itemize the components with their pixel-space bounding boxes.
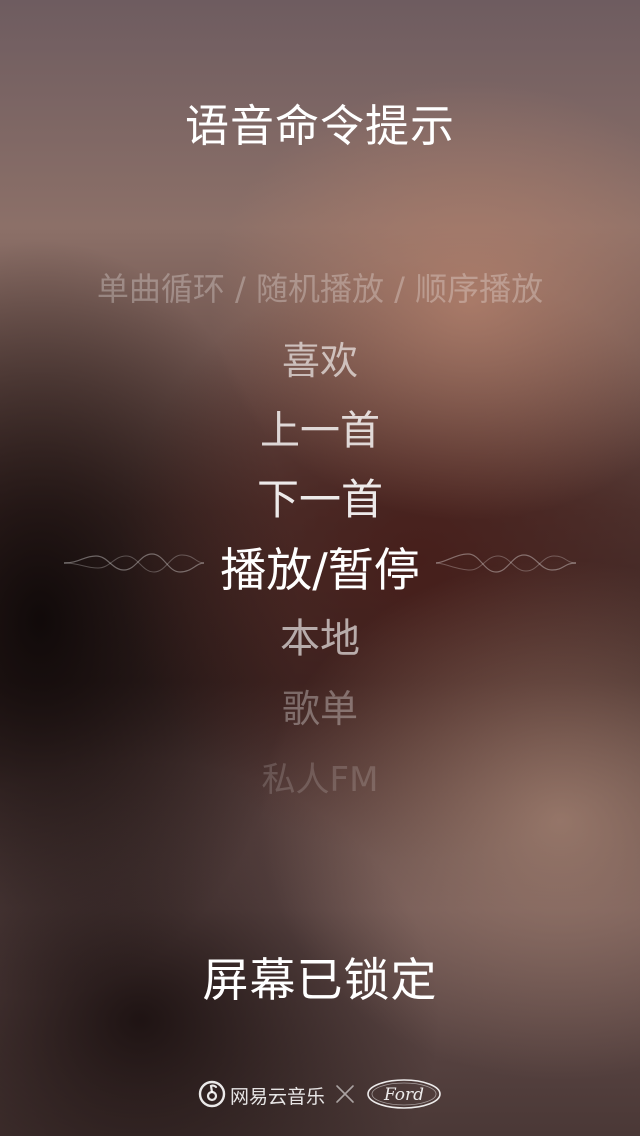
netease-music-brand: 网易云音乐	[230, 1086, 326, 1108]
netease-music-logo-icon	[198, 1080, 226, 1108]
screen-locked-label: 屏幕已锁定	[202, 953, 438, 1007]
footer-branding: 网易云音乐 Ford	[0, 1074, 640, 1114]
command-playlist: 歌单	[281, 687, 358, 731]
command-local: 本地	[280, 616, 360, 662]
command-like: 喜欢	[281, 339, 358, 383]
ford-logo-text: Ford	[383, 1085, 424, 1105]
cross-icon	[336, 1085, 354, 1103]
ford-logo: Ford	[367, 1079, 441, 1109]
command-previous: 上一首	[260, 408, 380, 454]
command-personal-fm: 私人FM	[261, 760, 379, 800]
sound-wave-left-icon	[64, 553, 204, 573]
command-play-mode: 单曲循环 / 随机播放 / 顺序播放	[96, 270, 544, 308]
sound-wave-right-icon	[436, 553, 576, 573]
command-next: 下一首	[256, 475, 383, 524]
